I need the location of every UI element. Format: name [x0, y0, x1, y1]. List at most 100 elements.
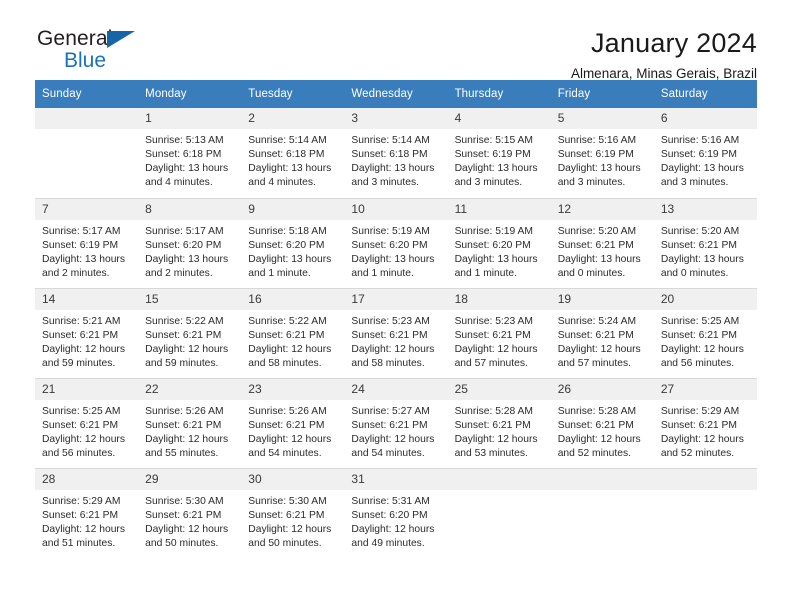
sunrise-text: Sunrise: 5:30 AM	[248, 495, 327, 507]
day-number: 14	[35, 288, 139, 310]
calendar-day-cell[interactable]: 29 Sunrise: 5:30 AM Sunset: 6:21 PM Dayligh…	[138, 467, 242, 558]
day-number: 11	[447, 198, 551, 220]
generalblue-logo[interactable]: General Blue	[35, 28, 157, 76]
calendar-day-cell[interactable]: 19 Sunrise: 5:24 AM Sunset: 6:21 PM Dayligh…	[550, 287, 654, 378]
sunset-text: Sunset: 6:21 PM	[42, 419, 119, 431]
calendar-day-cell[interactable]: 15 Sunrise: 5:22 AM Sunset: 6:21 PM Dayligh…	[138, 287, 242, 378]
day-number: 17	[344, 288, 448, 310]
sunrise-text: Sunrise: 5:17 AM	[42, 225, 121, 237]
daylight-text-cont: and 56 minutes.	[42, 447, 116, 459]
calendar-day-cell[interactable]: 14 Sunrise: 5:21 AM Sunset: 6:21 PM Dayligh…	[35, 287, 139, 378]
calendar-day-cell[interactable]: 12 Sunrise: 5:20 AM Sunset: 6:21 PM Dayligh…	[550, 197, 654, 288]
calendar-day-cell[interactable]: 20 Sunrise: 5:25 AM Sunset: 6:21 PM Dayligh…	[653, 287, 757, 378]
calendar-day-cell[interactable]: 21 Sunrise: 5:25 AM Sunset: 6:21 PM Dayligh…	[35, 377, 139, 468]
calendar-grid: Sunday Monday Tuesday Wednesday Thursday…	[35, 80, 757, 558]
calendar-day-cell[interactable]: 2 Sunrise: 5:14 AM Sunset: 6:18 PM Daylight…	[241, 108, 345, 198]
day-details: Sunrise: 5:25 AM Sunset: 6:21 PM Daylight:…	[654, 310, 757, 371]
calendar-day-cell[interactable]: 17 Sunrise: 5:23 AM Sunset: 6:21 PM Dayligh…	[344, 287, 448, 378]
daylight-text-cont: and 1 minute.	[248, 267, 311, 279]
sunset-text: Sunset: 6:18 PM	[145, 149, 222, 161]
calendar-day-cell[interactable]: 9 Sunrise: 5:18 AM Sunset: 6:20 PM Daylight…	[241, 197, 345, 288]
day-number: 27	[653, 378, 757, 400]
page-subtitle: Almenara, Minas Gerais, Brazil	[570, 66, 757, 82]
daylight-text-cont: and 56 minutes.	[660, 357, 735, 369]
calendar-day-cell[interactable]: 23 Sunrise: 5:26 AM Sunset: 6:21 PM Dayligh…	[241, 377, 345, 468]
daylight-text-cont: and 0 minutes.	[660, 267, 729, 279]
day-details: Sunrise: 5:23 AM Sunset: 6:21 PM Daylight:…	[344, 310, 447, 371]
calendar-week-row: 1 Sunrise: 5:13 AM Sunset: 6:18 PM Daylight…	[35, 108, 757, 198]
sunrise-text: Sunrise: 5:16 AM	[557, 135, 637, 146]
calendar-day-cell[interactable]: 27 Sunrise: 5:29 AM Sunset: 6:21 PM Dayligh…	[653, 377, 757, 468]
daylight-text-cont: and 59 minutes.	[42, 357, 116, 369]
sunrise-text: Sunrise: 5:25 AM	[660, 315, 740, 327]
day-details: Sunrise: 5:19 AM Sunset: 6:20 PM Daylight:…	[344, 220, 447, 281]
calendar-day-cell[interactable]: 5 Sunrise: 5:16 AM Sunset: 6:19 PM Daylight…	[550, 108, 654, 198]
sunset-text: Sunset: 6:21 PM	[557, 239, 634, 251]
daylight-text-cont: and 55 minutes.	[145, 447, 219, 459]
calendar-day-cell[interactable]: 3 Sunrise: 5:14 AM Sunset: 6:18 PM Daylight…	[344, 108, 448, 198]
day-details: Sunrise: 5:14 AM Sunset: 6:18 PM Daylight:…	[344, 129, 447, 190]
daylight-text: Daylight: 12 hours	[248, 343, 332, 355]
calendar-day-cell[interactable]: 31 Sunrise: 5:31 AM Sunset: 6:20 PM Dayligh…	[344, 467, 448, 558]
sunset-text: Sunset: 6:21 PM	[660, 329, 737, 341]
calendar-day-cell[interactable]: 25 Sunrise: 5:28 AM Sunset: 6:21 PM Dayligh…	[447, 377, 551, 468]
calendar-day-cell[interactable]: 6 Sunrise: 5:16 AM Sunset: 6:19 PM Daylight…	[653, 108, 757, 198]
weekday-header-saturday: Saturday	[653, 80, 757, 108]
sunset-text: Sunset: 6:19 PM	[42, 239, 119, 251]
calendar-day-cell[interactable]: 8 Sunrise: 5:17 AM Sunset: 6:20 PM Daylight…	[138, 197, 242, 288]
sunrise-text: Sunrise: 5:26 AM	[145, 405, 224, 417]
page-title: January 2024	[590, 28, 757, 58]
sunset-text: Sunset: 6:20 PM	[351, 239, 428, 251]
sunset-text: Sunset: 6:20 PM	[145, 239, 222, 251]
daylight-text: Daylight: 12 hours	[145, 433, 229, 445]
calendar-week-row: 21 Sunrise: 5:25 AM Sunset: 6:21 PM Dayligh…	[35, 377, 757, 468]
day-details: Sunrise: 5:26 AM Sunset: 6:21 PM Daylight:…	[241, 400, 344, 461]
daylight-text-cont: and 2 minutes.	[145, 267, 213, 279]
day-number: 13	[653, 198, 757, 220]
daylight-text-cont: and 50 minutes.	[145, 537, 219, 549]
daylight-text: Daylight: 12 hours	[454, 433, 538, 445]
day-number: 10	[344, 198, 448, 220]
calendar-day-cell[interactable]: 22 Sunrise: 5:26 AM Sunset: 6:21 PM Dayligh…	[138, 377, 242, 468]
calendar-day-cell[interactable]: 13 Sunrise: 5:20 AM Sunset: 6:21 PM Dayligh…	[653, 197, 757, 288]
day-details: Sunrise: 5:18 AM Sunset: 6:20 PM Daylight:…	[241, 220, 344, 281]
calendar-day-cell[interactable]: 30 Sunrise: 5:30 AM Sunset: 6:21 PM Dayligh…	[241, 467, 345, 558]
calendar-day-cell[interactable]: 24 Sunrise: 5:27 AM Sunset: 6:21 PM Dayligh…	[344, 377, 448, 468]
daylight-text-cont: and 4 minutes.	[145, 177, 213, 189]
day-number: 30	[241, 468, 345, 490]
day-number: 18	[447, 288, 551, 310]
sunset-text: Sunset: 6:21 PM	[660, 239, 737, 251]
calendar-day-cell[interactable]: 1 Sunrise: 5:13 AM Sunset: 6:18 PM Daylight…	[138, 108, 242, 198]
logo-text-blue: Blue	[64, 49, 107, 72]
daylight-text: Daylight: 13 hours	[557, 253, 641, 265]
calendar-day-cell[interactable]: 26 Sunrise: 5:28 AM Sunset: 6:21 PM Dayligh…	[550, 377, 654, 468]
sunrise-text: Sunrise: 5:28 AM	[557, 405, 637, 417]
day-details: Sunrise: 5:29 AM Sunset: 6:21 PM Daylight:…	[654, 400, 757, 461]
calendar-day-cell[interactable]: 18 Sunrise: 5:23 AM Sunset: 6:21 PM Dayligh…	[447, 287, 551, 378]
day-number: 24	[344, 378, 448, 400]
calendar-day-cell[interactable]: 10 Sunrise: 5:19 AM Sunset: 6:20 PM Dayligh…	[344, 197, 448, 288]
daylight-text: Daylight: 12 hours	[145, 523, 229, 535]
daylight-text: Daylight: 12 hours	[42, 523, 125, 535]
calendar-day-cell[interactable]: 7 Sunrise: 5:17 AM Sunset: 6:19 PM Daylight…	[35, 197, 139, 288]
daylight-text: Daylight: 12 hours	[145, 343, 229, 355]
day-details: Sunrise: 5:15 AM Sunset: 6:19 PM Daylight:…	[448, 129, 551, 190]
weekday-header-friday: Friday	[550, 80, 654, 108]
daylight-text: Daylight: 13 hours	[351, 163, 435, 175]
daylight-text: Daylight: 12 hours	[42, 343, 125, 355]
sunset-text: Sunset: 6:21 PM	[454, 419, 531, 431]
calendar-day-cell[interactable]: 28 Sunrise: 5:29 AM Sunset: 6:21 PM Dayligh…	[35, 467, 139, 558]
weekday-header-thursday: Thursday	[447, 80, 551, 108]
sunset-text: Sunset: 6:20 PM	[248, 239, 325, 251]
daylight-text: Daylight: 13 hours	[454, 253, 538, 265]
sunrise-text: Sunrise: 5:20 AM	[557, 225, 637, 237]
day-details: Sunrise: 5:28 AM Sunset: 6:21 PM Daylight:…	[551, 400, 654, 461]
daylight-text: Daylight: 13 hours	[145, 163, 229, 175]
day-number: 6	[653, 108, 757, 129]
daylight-text: Daylight: 13 hours	[351, 253, 435, 265]
calendar-day-cell[interactable]: 11 Sunrise: 5:19 AM Sunset: 6:20 PM Dayligh…	[447, 197, 551, 288]
calendar-day-cell[interactable]: 16 Sunrise: 5:22 AM Sunset: 6:21 PM Dayligh…	[241, 287, 345, 378]
calendar-day-cell[interactable]: 4 Sunrise: 5:15 AM Sunset: 6:19 PM Daylight…	[447, 108, 551, 198]
day-details: Sunrise: 5:14 AM Sunset: 6:18 PM Daylight:…	[241, 129, 344, 190]
day-details: Sunrise: 5:17 AM Sunset: 6:20 PM Daylight:…	[138, 220, 241, 281]
